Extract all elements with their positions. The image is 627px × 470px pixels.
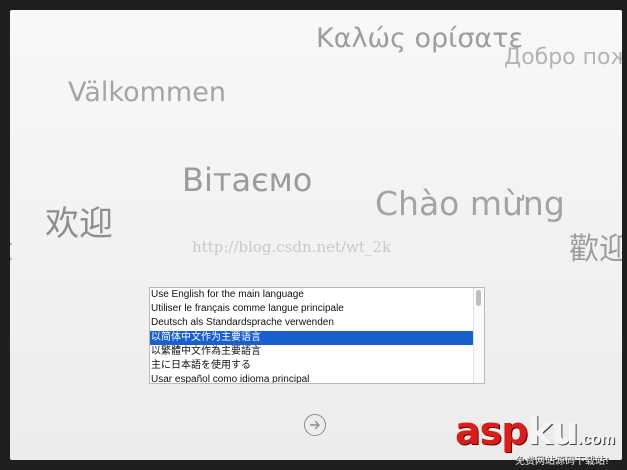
scroll-thumb[interactable] bbox=[476, 290, 481, 306]
greeting-swedish: Välkommen bbox=[68, 77, 226, 108]
brand-tld: .com bbox=[577, 431, 616, 448]
brand-logo: aspku.com bbox=[455, 412, 615, 450]
greeting-chinese-simplified: 欢迎 bbox=[45, 204, 113, 244]
language-listbox[interactable]: Use English for the main language Utilise… bbox=[149, 287, 485, 384]
greeting-vietnamese: Chào mừng bbox=[375, 184, 565, 223]
greeting-partial: t bbox=[10, 235, 12, 266]
language-option[interactable]: Use English for the main language bbox=[150, 288, 474, 302]
watermark-url: http://blog.csdn.net/wt_2k bbox=[192, 238, 392, 256]
greeting-chinese-traditional: 歡迎 bbox=[569, 232, 622, 267]
arrow-right-circle-icon bbox=[309, 420, 320, 430]
setup-window: Καλώς ορίσατε Добро пож Välkommen Вітаєм… bbox=[10, 10, 622, 460]
language-option[interactable]: 以繁體中文作為主要語言 bbox=[150, 345, 474, 359]
language-option[interactable]: 以简体中文作为主要语言 bbox=[150, 330, 474, 345]
brand-text-asp: asp bbox=[455, 409, 528, 453]
language-list: Use English for the main language Utilise… bbox=[150, 288, 474, 383]
language-option[interactable]: Deutsch als Standardsprache verwenden bbox=[150, 316, 474, 330]
greeting-russian: Добро пож bbox=[504, 45, 622, 70]
language-option[interactable]: Usar español como idioma principal bbox=[150, 373, 474, 383]
brand-text-ku: ku bbox=[527, 409, 578, 453]
language-option[interactable]: Utiliser le français comme langue princi… bbox=[150, 302, 474, 316]
language-option[interactable]: 主に日本語を使用する bbox=[150, 359, 474, 373]
greeting-ukrainian: Вітаємо bbox=[182, 161, 313, 199]
brand-subtitle: 免费网站源码下载站! bbox=[515, 456, 610, 467]
greeting-greek: Καλώς ορίσατε bbox=[316, 23, 524, 54]
continue-button[interactable] bbox=[304, 414, 326, 436]
listbox-scrollbar[interactable] bbox=[473, 288, 484, 383]
